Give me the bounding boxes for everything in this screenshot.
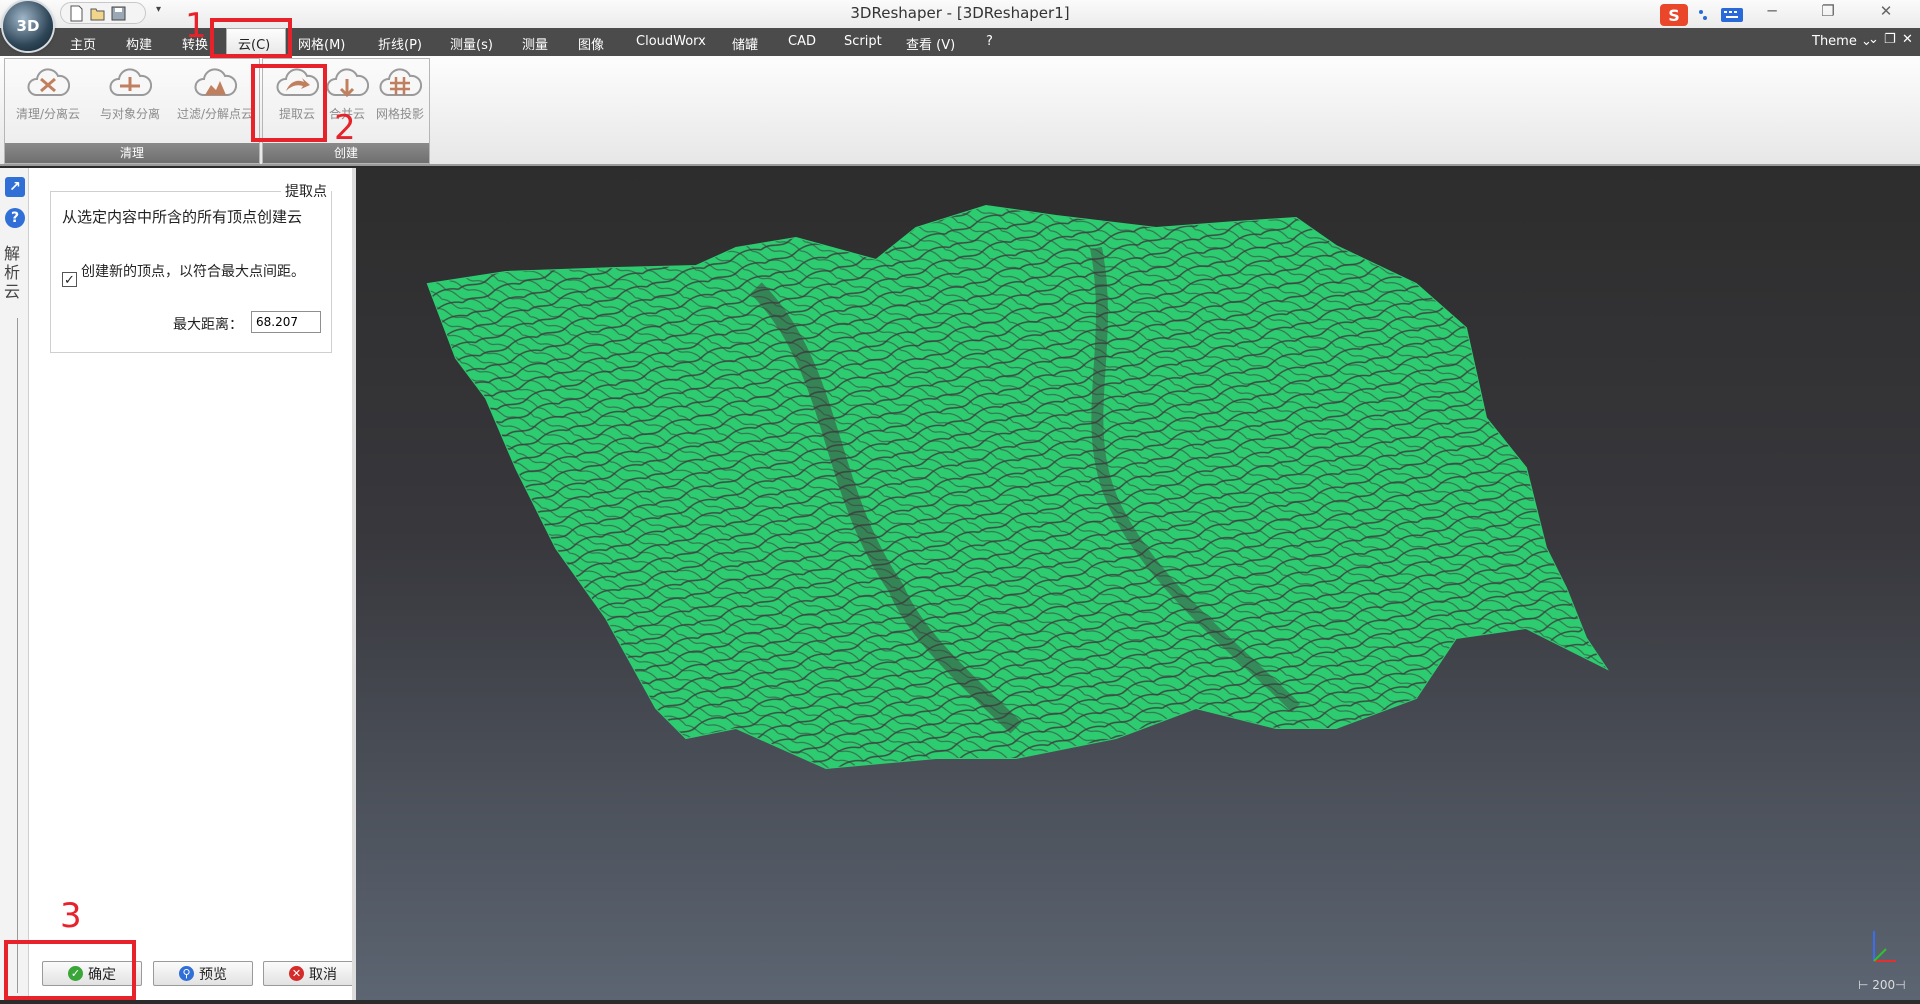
sogou-ime-icon[interactable]: S — [1660, 4, 1688, 26]
preview-button[interactable]: ⚲ 预览 — [153, 961, 253, 986]
application-button[interactable]: 3D — [3, 1, 53, 51]
side-tab-analyze-cloud[interactable]: 解析云 — [4, 244, 26, 301]
magnifier-icon: ⚲ — [179, 966, 194, 981]
panel-description: 从选定内容中所含的所有顶点创建云 — [62, 208, 303, 226]
filter-explode-cloud-label: 过滤/分解点云 — [176, 107, 254, 121]
annotation-box-extract-cloud — [251, 64, 327, 142]
minimize-button[interactable]: ─ — [1752, 2, 1792, 24]
theme-label: Theme — [1812, 34, 1857, 49]
help-icon[interactable]: ? — [5, 208, 25, 228]
side-tab-strip: ↗ ? 解析云 — [0, 168, 29, 1000]
cloud-merge-icon — [326, 68, 369, 98]
mdi-close-icon[interactable]: ✕ — [1902, 32, 1913, 47]
ime-punctuation-icon[interactable] — [1696, 7, 1712, 23]
annotation-box-cloud-menu — [210, 18, 292, 58]
ribbon-group-clean-label: 清理 — [5, 143, 259, 163]
menu-help[interactable]: ? — [986, 34, 993, 49]
cloud-grid-icon — [379, 68, 422, 96]
cloud-split-icon — [109, 68, 152, 96]
menu-image[interactable]: 图像 — [578, 34, 604, 53]
annotation-step-3: 3 — [60, 896, 82, 936]
close-button[interactable]: ✕ — [1866, 2, 1906, 24]
filter-explode-cloud-button[interactable]: 过滤/分解点云 — [173, 65, 257, 133]
3d-viewport[interactable]: ⊢ 200⊣ — [356, 168, 1920, 1000]
side-divider — [17, 318, 18, 993]
create-vertices-checkbox[interactable]: ✓ — [62, 272, 77, 288]
command-panel: 提取点 从选定内容中所含的所有顶点创建云 ✓ 创建新的顶点，以符合最大点间距。 … — [29, 168, 363, 1000]
ribbon-group-clean: 清理/分离云 与对象分离 过滤/分解点云 清理 — [4, 58, 260, 164]
restore-button[interactable]: ❐ — [1808, 2, 1848, 24]
mdi-restore-icon[interactable]: ❐ — [1884, 32, 1896, 47]
menu-measure-s[interactable]: 测量(s) — [450, 34, 493, 53]
menu-view[interactable]: 查看 (V) — [906, 34, 955, 53]
mesh-projection-button[interactable]: 网格投影 — [371, 65, 429, 133]
max-distance-input[interactable] — [251, 311, 321, 333]
close-icon: ✕ — [289, 966, 304, 981]
menu-measure[interactable]: 测量 — [522, 34, 548, 53]
annotation-box-ok-button — [4, 940, 136, 1000]
annotation-step-2: 2 — [334, 108, 356, 148]
scale-bar: ⊢ 200⊣ — [1858, 978, 1906, 992]
theme-menu[interactable]: Theme ⌄ — [1812, 34, 1872, 49]
menu-build[interactable]: 构建 — [126, 34, 152, 53]
keyboard-icon[interactable] — [1720, 7, 1744, 23]
separate-with-object-button[interactable]: 与对象分离 — [91, 65, 169, 133]
mdi-minimize-icon[interactable]: ⌄ — [1868, 32, 1879, 47]
external-link-icon[interactable]: ↗ — [5, 177, 25, 197]
cancel-button[interactable]: ✕ 取消 — [263, 961, 363, 986]
cloud-filter-icon — [194, 68, 237, 96]
preview-label: 预览 — [199, 966, 227, 983]
clean-separate-cloud-button[interactable]: 清理/分离云 — [9, 65, 87, 133]
axis-gizmo-icon — [1873, 931, 1896, 962]
menu-tank[interactable]: 储罐 — [732, 34, 758, 53]
menu-cad[interactable]: CAD — [788, 34, 816, 49]
cloud-scissors-icon — [27, 68, 70, 96]
menu-cloudworx[interactable]: CloudWorx — [636, 34, 706, 49]
separate-with-object-label: 与对象分离 — [99, 107, 160, 121]
ime-toolbar: S — [1660, 2, 1762, 28]
annotation-step-1: 1 — [185, 6, 207, 46]
menu-mesh[interactable]: 网格(M) — [298, 34, 345, 53]
panel-title: 提取点 — [281, 181, 331, 201]
menu-script[interactable]: Script — [844, 34, 882, 49]
mesh-projection-label: 网格投影 — [375, 107, 424, 121]
cancel-label: 取消 — [309, 966, 337, 983]
terrain-mesh — [426, 204, 1609, 770]
max-distance-label: 最大距离： — [173, 317, 243, 333]
menu-polyline[interactable]: 折线(P) — [378, 34, 422, 53]
menu-home[interactable]: 主页 — [70, 34, 96, 53]
create-vertices-label: 创建新的顶点，以符合最大点间距。 — [81, 264, 305, 280]
clean-separate-cloud-label: 清理/分离云 — [15, 107, 81, 121]
